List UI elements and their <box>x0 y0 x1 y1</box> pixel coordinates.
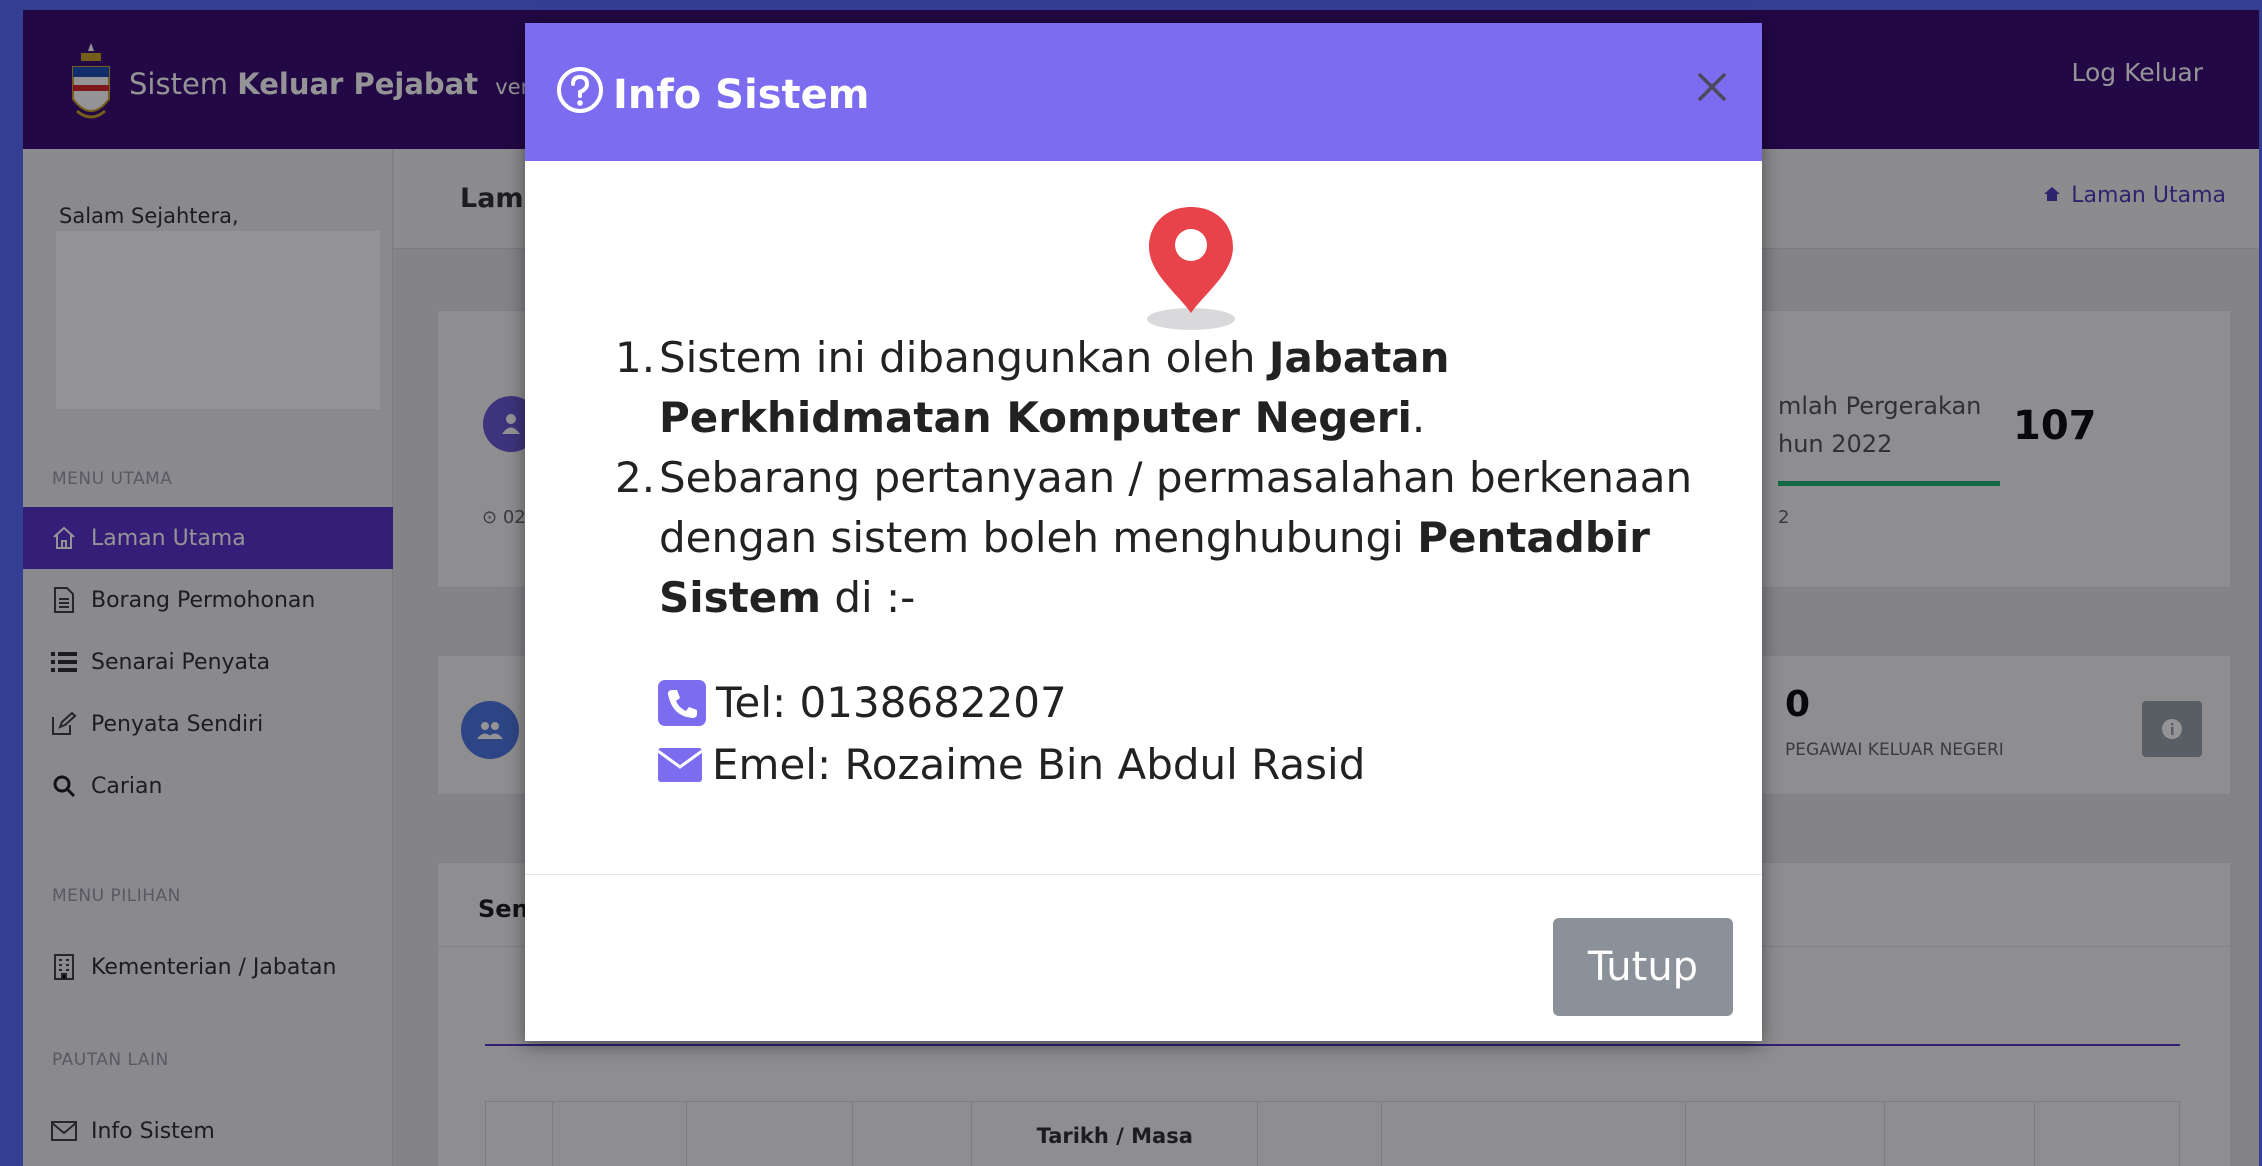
modal-header: Info Sistem <box>525 23 1762 161</box>
info-sistem-modal: Info Sistem 1. Sistem ini dibangunkan ol… <box>525 23 1762 1041</box>
close-icon[interactable] <box>1692 67 1732 107</box>
location-pin-icon <box>1147 207 1235 330</box>
info-list-item: 2. Sebarang pertanyaan / permasalahan be… <box>615 453 1693 622</box>
info-list-item: 1. Sistem ini dibangunkan oleh Jabatan P… <box>615 333 1450 442</box>
modal-footer-divider <box>525 874 1762 875</box>
contact-phone: Tel: 0138682207 <box>658 678 1067 727</box>
info-list: 1. Sistem ini dibangunkan oleh Jabatan P… <box>615 328 1735 628</box>
contact-email: Emel: Rozaime Bin Abdul Rasid <box>658 740 1365 789</box>
question-circle-icon <box>555 65 605 125</box>
modal-title: Info Sistem <box>555 65 869 125</box>
close-button[interactable]: Tutup <box>1553 918 1733 1016</box>
envelope-icon <box>658 747 702 782</box>
phone-icon <box>658 679 706 726</box>
